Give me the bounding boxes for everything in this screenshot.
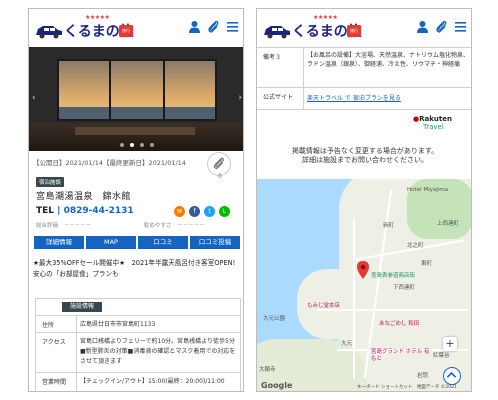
map-poi[interactable]: 宮島グランド ホテル 有もと (371, 349, 431, 363)
map-label: 大元公園 (263, 316, 286, 322)
promo-text: ★最大35%OFFセール開催中★ 2021年半露天風呂付き客室OPEN!安心の「… (33, 259, 236, 278)
map-label: 新町 (383, 223, 395, 229)
share-buttons: ✉ f t L (174, 206, 230, 217)
map-label: 大元 (341, 341, 353, 347)
site-logo[interactable]: ★★★★★ くるまの旅 旅行 (35, 14, 134, 41)
info-tabs: 詳細情報 MAP 口コミ 口コミ投稿 (34, 236, 240, 249)
map-label: 大願寺 (259, 367, 276, 373)
logo-stars: ★★★★★ (313, 14, 338, 21)
header: ★★★★★ くるまの旅 旅行 (257, 9, 471, 45)
menu-icon[interactable] (226, 20, 239, 33)
table-row: アクセス 宮島口桟橋よりフェリーで約10分。宮島桟橋より徒歩5分 ■新型肺炎の対… (36, 332, 240, 372)
map-label: 東町 (421, 261, 433, 267)
twitter-icon[interactable]: t (204, 206, 215, 217)
mail-icon[interactable]: ✉ (174, 206, 185, 217)
map-poi[interactable]: 宮島表参道商店街 (371, 271, 415, 279)
table-row: 備考３ 【お風呂の設備】大浴場、天然温泉、ナトリウム塩化物泉、ラドン温泉（銀泉）… (257, 47, 471, 87)
disclaimer: 掲載情報は予告なく変更する場合があります。 詳細は施設までお問い合わせください。 (291, 147, 439, 164)
tab-map[interactable]: MAP (86, 236, 136, 249)
location-pin-icon[interactable] (357, 261, 369, 279)
logo-tag: 旅行 (119, 25, 133, 37)
tab-reviews[interactable]: 口コミ (138, 236, 188, 249)
facility-info-table: 施設情報 住所 広島県廿日市市宮島町1133 アクセス 宮島口桟橋よりフェリーで… (35, 298, 241, 391)
map-attribution[interactable]: キーボード ショートカット 地図データ ©2021 (357, 384, 457, 390)
user-icon[interactable] (416, 20, 429, 33)
car-icon (264, 26, 290, 39)
zoom-in-button[interactable]: + (443, 337, 457, 351)
line-icon[interactable]: L (219, 206, 230, 217)
user-icon[interactable] (188, 20, 201, 33)
phone-screen-right: ★★★★★ くるまの旅 旅行 備考３ 【お風呂の設備】大浴場、天然温泉、ナトリウ… (256, 8, 472, 392)
publish-dates: 【公開日】2021/01/14【最終更新日】2021/01/14 (33, 159, 186, 167)
rakuten-travel-logo[interactable]: ●Rakuten Travel (413, 115, 463, 135)
table-row: 営業時間 【チェックイン/アウト】15:00(最終：20:00)/11:00 (36, 372, 240, 391)
tab-post-review[interactable]: 口コミ投稿 (190, 236, 240, 249)
chevron-left-icon[interactable]: ‹ (32, 93, 36, 103)
map-poi[interactable]: あなごめし 和田 (379, 319, 419, 327)
category-badge: 宿泊施設 (36, 177, 65, 187)
carousel-dots[interactable] (29, 141, 243, 149)
phone-screen-left: ★★★★★ くるまの旅 旅行 ‹ › 【公開日】2021/01/14【最終更新日… (28, 8, 244, 392)
table-row: 住所 広島県廿日市市宮島町1133 (36, 315, 240, 332)
car-icon (36, 26, 62, 39)
scroll-top-button[interactable] (443, 367, 461, 385)
map-label: 下西連町 (393, 285, 416, 291)
official-site-link[interactable]: 楽天トラベル で 宿泊プランを見る (307, 94, 469, 103)
chevron-up-icon (446, 371, 457, 378)
tab-details[interactable]: 詳細情報 (34, 236, 84, 249)
map-label: 北之町 (407, 243, 424, 249)
clip-icon[interactable] (435, 20, 448, 33)
google-map[interactable]: Hotel Miyajima 上西連町 下西連町 北之町 東町 新町 宮島表参道… (257, 179, 471, 391)
map-poi[interactable]: もみじ堂本店 (307, 301, 340, 309)
map-label: 紅葉谷 (433, 353, 450, 359)
map-label: 上西連町 (437, 221, 460, 227)
map-label: 岩惣 (417, 373, 429, 379)
google-logo: Google (261, 381, 293, 390)
menu-icon[interactable] (454, 20, 467, 33)
site-logo[interactable]: ★★★★★ くるまの旅 旅行 (263, 14, 362, 41)
paperclip-icon (213, 157, 224, 170)
facebook-icon[interactable]: f (189, 206, 200, 217)
table-row: 公式サイト 楽天トラベル で 宿泊プランを見る (257, 87, 471, 110)
header: ★★★★★ くるまの旅 旅行 (29, 9, 243, 45)
chevron-right-icon[interactable]: › (238, 93, 242, 103)
clip-icon[interactable] (207, 20, 220, 33)
facility-name: 宮島潮湯温泉 錦水館 (36, 192, 132, 202)
photo-carousel[interactable]: ‹ › (29, 47, 243, 151)
logo-tag: 旅行 (347, 25, 361, 37)
phone-number[interactable]: TEL | 0829-44-2131 (36, 206, 134, 216)
ratings: 総合評価 －－－－－ 駐めやすさ －－－－－ (36, 223, 205, 229)
facility-info-table: 備考３ 【お風呂の設備】大浴場、天然温泉、ナトリウム塩化物泉、ラドン温泉（銀泉）… (257, 47, 471, 110)
clip-count: 0 (218, 173, 222, 180)
section-title: 施設情報 (62, 302, 103, 312)
map-label: Hotel Miyajima (407, 187, 449, 193)
logo-stars: ★★★★★ (85, 14, 110, 21)
